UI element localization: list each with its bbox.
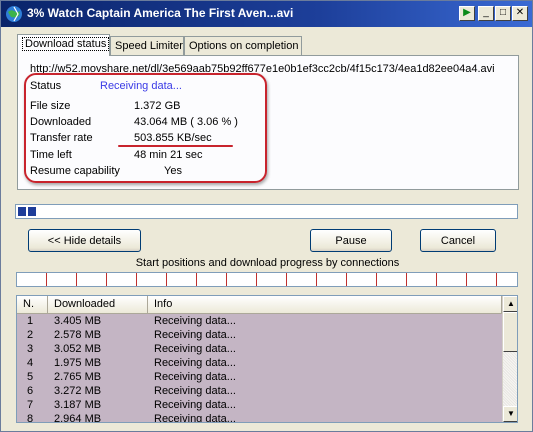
row-info: Receiving data... xyxy=(154,399,236,411)
title-bar[interactable]: 3% Watch Captain America The First Aven.… xyxy=(1,1,532,27)
row-downloaded: 2.578 MB xyxy=(54,329,102,341)
row-number: 7 xyxy=(27,399,34,411)
row-number: 3 xyxy=(27,343,34,355)
row-number: 6 xyxy=(27,385,34,397)
table-row[interactable]: 4 1.975 MB Receiving data... xyxy=(17,357,502,371)
column-header-n[interactable]: N. xyxy=(17,296,48,314)
row-info: Receiving data... xyxy=(154,315,236,327)
scroll-thumb[interactable] xyxy=(503,312,517,352)
row-number: 8 xyxy=(27,413,34,423)
row-downloaded: 2.765 MB xyxy=(54,371,102,383)
hide-details-button[interactable]: << Hide details xyxy=(28,229,141,252)
table-row[interactable]: 6 3.272 MB Receiving data... xyxy=(17,385,502,399)
pause-button[interactable]: Pause xyxy=(310,229,392,252)
tab-download-status[interactable]: Download status xyxy=(17,34,110,56)
list-header: N. Downloaded Info xyxy=(17,296,502,314)
row-downloaded: 3.405 MB xyxy=(54,315,102,327)
idm-globe-icon xyxy=(6,6,22,22)
table-row[interactable]: 7 3.187 MB Receiving data... xyxy=(17,399,502,413)
table-row[interactable]: 5 2.765 MB Receiving data... xyxy=(17,371,502,385)
vertical-scrollbar[interactable]: ▲ ▼ xyxy=(502,296,517,422)
row-downloaded: 3.272 MB xyxy=(54,385,102,397)
row-info: Receiving data... xyxy=(154,343,236,355)
minimize-button[interactable]: _ xyxy=(478,6,494,21)
annotation-highlight-box xyxy=(24,73,267,183)
connections-progress-bar xyxy=(16,272,518,287)
row-number: 4 xyxy=(27,357,34,369)
row-info: Receiving data... xyxy=(154,329,236,341)
row-info: Receiving data... xyxy=(154,357,236,369)
close-button[interactable]: ✕ xyxy=(512,6,528,21)
row-number: 2 xyxy=(27,329,34,341)
progress-block xyxy=(18,207,26,216)
row-downloaded: 3.187 MB xyxy=(54,399,102,411)
column-header-info[interactable]: Info xyxy=(148,296,502,314)
scroll-down-icon[interactable]: ▼ xyxy=(503,406,517,422)
connections-list[interactable]: N. Downloaded Info 1 3.405 MB Receiving … xyxy=(16,295,518,423)
row-info: Receiving data... xyxy=(154,413,236,423)
table-row[interactable]: 2 2.578 MB Receiving data... xyxy=(17,329,502,343)
column-header-downloaded[interactable]: Downloaded xyxy=(48,296,148,314)
scroll-up-icon[interactable]: ▲ xyxy=(503,296,517,312)
row-info: Receiving data... xyxy=(154,385,236,397)
table-row[interactable]: 1 3.405 MB Receiving data... xyxy=(17,315,502,329)
maximize-button[interactable]: □ xyxy=(495,6,511,21)
tab-speed-limiter[interactable]: Speed Limiter xyxy=(110,36,184,56)
resume-icon[interactable]: ▶ xyxy=(459,6,475,21)
table-row[interactable]: 3 3.052 MB Receiving data... xyxy=(17,343,502,357)
download-status-panel: http://w52.movshare.net/dl/3e569aab75b92… xyxy=(17,55,519,190)
progress-fill xyxy=(18,207,36,216)
window-title: 3% Watch Captain America The First Aven.… xyxy=(27,6,294,20)
row-downloaded: 3.052 MB xyxy=(54,343,102,355)
download-window: 3% Watch Captain America The First Aven.… xyxy=(0,0,533,432)
row-number: 5 xyxy=(27,371,34,383)
row-info: Receiving data... xyxy=(154,371,236,383)
table-row[interactable]: 8 2.964 MB Receiving data... xyxy=(17,413,502,423)
row-downloaded: 1.975 MB xyxy=(54,357,102,369)
row-downloaded: 2.964 MB xyxy=(54,413,102,423)
annotation-underline xyxy=(118,145,233,147)
download-progress-bar xyxy=(15,204,518,219)
row-number: 1 xyxy=(27,315,34,327)
cancel-button[interactable]: Cancel xyxy=(420,229,496,252)
progress-block xyxy=(28,207,36,216)
tab-options-on-completion[interactable]: Options on completion xyxy=(184,36,302,56)
connections-caption: Start positions and download progress by… xyxy=(135,257,400,269)
